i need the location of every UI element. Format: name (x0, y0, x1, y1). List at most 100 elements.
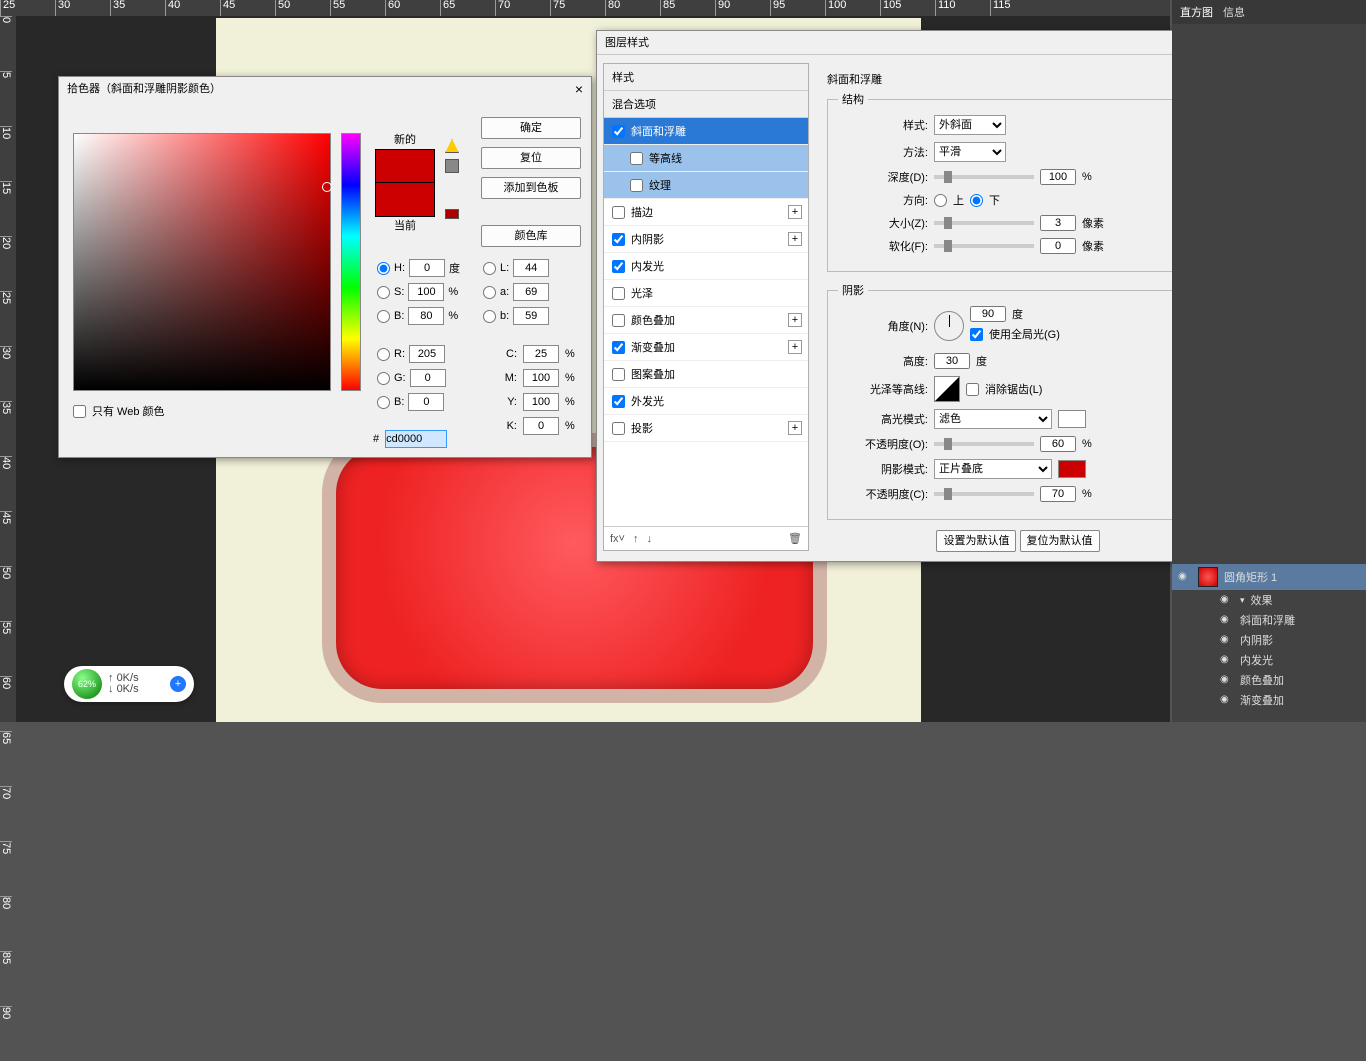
fx-header[interactable]: 效果 (1172, 590, 1366, 610)
highlight-opacity-input[interactable] (1040, 436, 1076, 452)
c-input[interactable] (523, 345, 559, 363)
style-select[interactable]: 外斜面 (934, 115, 1006, 135)
s-input[interactable] (408, 283, 444, 301)
item-inner-shadow[interactable]: 内阴影+ (604, 226, 808, 253)
item-bevel[interactable]: 斜面和浮雕 (604, 118, 808, 145)
web-only-checkbox[interactable] (73, 405, 86, 418)
add-icon[interactable]: + (788, 313, 802, 327)
angle-input[interactable] (970, 306, 1006, 322)
visibility-icon[interactable] (1220, 693, 1234, 707)
ok-button[interactable]: 确定 (481, 117, 581, 139)
blend-options[interactable]: 混合选项 (604, 91, 808, 118)
l-radio[interactable] (483, 262, 496, 275)
h-radio[interactable] (377, 262, 390, 275)
size-slider[interactable] (934, 221, 1034, 225)
add-icon[interactable]: + (788, 340, 802, 354)
visibility-icon[interactable] (1220, 673, 1234, 687)
visibility-icon[interactable] (1220, 633, 1234, 647)
shadow-opacity-slider[interactable] (934, 492, 1034, 496)
fx-item[interactable]: 渐变叠加 (1172, 690, 1366, 710)
m-input[interactable] (523, 369, 559, 387)
l-input[interactable] (513, 259, 549, 277)
hex-input[interactable] (385, 430, 447, 448)
warn-swatch[interactable] (445, 209, 459, 219)
shadow-opacity-input[interactable] (1040, 486, 1076, 502)
a-radio[interactable] (483, 286, 496, 299)
layer-row[interactable]: 圆角矩形 1 (1172, 564, 1366, 590)
hue-slider[interactable] (341, 133, 361, 391)
highlight-opacity-slider[interactable] (934, 442, 1034, 446)
highlight-mode-select[interactable]: 滤色 (934, 409, 1052, 429)
shadow-mode-select[interactable]: 正片叠底 (934, 459, 1052, 479)
altitude-input[interactable] (934, 353, 970, 369)
visibility-icon[interactable] (1178, 570, 1192, 584)
current-color-swatch[interactable] (375, 183, 435, 217)
r-input[interactable] (409, 345, 445, 363)
tab-info[interactable]: 信息 (1223, 4, 1245, 20)
item-texture[interactable]: 纹理 (604, 172, 808, 199)
visibility-icon[interactable] (1220, 613, 1234, 627)
g-radio[interactable] (377, 372, 390, 385)
b2-radio[interactable] (483, 310, 496, 323)
item-gradient-overlay[interactable]: 渐变叠加+ (604, 334, 808, 361)
cube-icon[interactable] (445, 159, 459, 173)
b2-input[interactable] (513, 307, 549, 325)
b-radio[interactable] (377, 310, 390, 323)
network-widget[interactable]: 62% ↑ 0K/s ↓ 0K/s + (64, 666, 194, 702)
set-default-button[interactable]: 设置为默认值 (936, 530, 1016, 552)
fx-icon[interactable]: fx˅ (610, 533, 625, 545)
r-radio[interactable] (377, 348, 390, 361)
reset-button[interactable]: 复位 (481, 147, 581, 169)
bc-input[interactable] (408, 393, 444, 411)
item-pattern-overlay[interactable]: 图案叠加 (604, 361, 808, 388)
item-drop-shadow[interactable]: 投影+ (604, 415, 808, 442)
layer-thumb[interactable] (1198, 567, 1218, 587)
item-satin[interactable]: 光泽 (604, 280, 808, 307)
fx-item[interactable]: 颜色叠加 (1172, 670, 1366, 690)
down-arrow-icon[interactable]: ↓ (646, 533, 652, 545)
depth-input[interactable] (1040, 169, 1076, 185)
global-light-checkbox[interactable] (970, 328, 983, 341)
plus-icon[interactable]: + (170, 676, 186, 692)
soften-slider[interactable] (934, 244, 1034, 248)
k-input[interactable] (523, 417, 559, 435)
color-libraries-button[interactable]: 颜色库 (481, 225, 581, 247)
item-contour[interactable]: 等高线 (604, 145, 808, 172)
add-icon[interactable]: + (788, 205, 802, 219)
b-input[interactable] (408, 307, 444, 325)
tab-histogram[interactable]: 直方图 (1180, 4, 1213, 20)
shadow-color[interactable] (1058, 460, 1086, 478)
item-outer-glow[interactable]: 外发光 (604, 388, 808, 415)
gamut-warning-icon[interactable] (445, 139, 459, 153)
item-inner-glow[interactable]: 内发光 (604, 253, 808, 280)
depth-slider[interactable] (934, 175, 1034, 179)
s-radio[interactable] (377, 286, 390, 299)
soften-input[interactable] (1040, 238, 1076, 254)
fx-item[interactable]: 内发光 (1172, 650, 1366, 670)
bc-radio[interactable] (377, 396, 390, 409)
saturation-value-field[interactable] (73, 133, 331, 391)
styles-header[interactable]: 样式 (604, 64, 808, 91)
add-swatch-button[interactable]: 添加到色板 (481, 177, 581, 199)
trash-icon[interactable]: 🗑 (788, 532, 802, 545)
up-arrow-icon[interactable]: ↑ (633, 533, 639, 545)
angle-dial[interactable] (934, 311, 964, 341)
highlight-color[interactable] (1058, 410, 1086, 428)
technique-select[interactable]: 平滑 (934, 142, 1006, 162)
item-color-overlay[interactable]: 颜色叠加+ (604, 307, 808, 334)
g-input[interactable] (410, 369, 446, 387)
fx-item[interactable]: 斜面和浮雕 (1172, 610, 1366, 630)
add-icon[interactable]: + (788, 232, 802, 246)
size-input[interactable] (1040, 215, 1076, 231)
close-icon[interactable]: × (575, 77, 583, 101)
item-stroke[interactable]: 描边+ (604, 199, 808, 226)
dir-up[interactable] (934, 194, 947, 207)
visibility-icon[interactable] (1220, 593, 1234, 607)
antialias-checkbox[interactable] (966, 383, 979, 396)
visibility-icon[interactable] (1220, 653, 1234, 667)
a-input[interactable] (513, 283, 549, 301)
y-input[interactable] (523, 393, 559, 411)
dir-down[interactable] (970, 194, 983, 207)
h-input[interactable] (409, 259, 445, 277)
contour-picker[interactable] (934, 376, 960, 402)
